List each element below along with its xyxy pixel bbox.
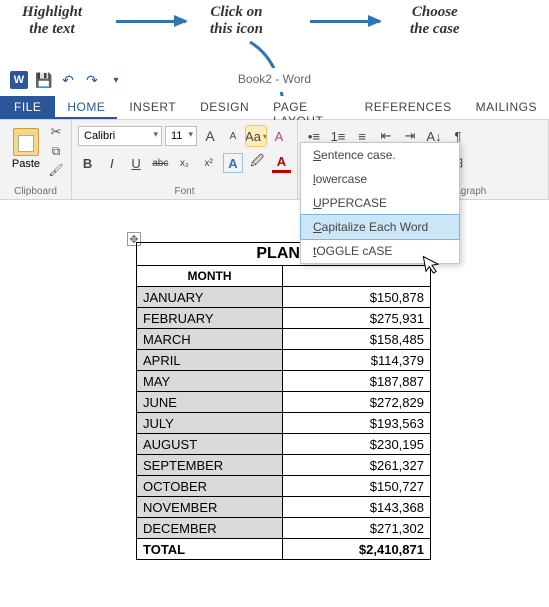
case-lowercase[interactable]: lowercase — [301, 167, 459, 191]
cell-month[interactable]: MARCH — [137, 329, 283, 350]
font-color-button[interactable]: A — [272, 153, 291, 173]
superscript-button[interactable]: x² — [199, 153, 218, 173]
cell-month[interactable]: FEBRUARY — [137, 308, 283, 329]
cell-month[interactable]: DECEMBER — [137, 518, 283, 539]
table-row: SEPTEMBER$261,327 — [137, 455, 431, 476]
cell-value[interactable]: $143,368 — [283, 497, 431, 518]
document-canvas[interactable]: ✥ PLANE MONTH JANUARY$150,878FEBRUARY$27… — [0, 210, 549, 607]
paste-button[interactable]: Paste — [6, 124, 46, 170]
underline-button[interactable]: U — [126, 153, 145, 173]
cell-value[interactable]: $150,727 — [283, 476, 431, 497]
highlight-button[interactable]: 🖉 — [248, 153, 267, 173]
cell-value[interactable]: $150,878 — [283, 287, 431, 308]
table-row: APRIL$114,379 — [137, 350, 431, 371]
copy-button[interactable]: ⧉ — [47, 143, 65, 159]
table-row: AUGUST$230,195 — [137, 434, 431, 455]
cell-value[interactable]: $114,379 — [283, 350, 431, 371]
case-sentence[interactable]: Sentence case. — [301, 143, 459, 167]
case-capitalize-each-word[interactable]: Capitalize Each Word — [301, 215, 459, 239]
cell-month[interactable]: OCTOBER — [137, 476, 283, 497]
paste-label: Paste — [12, 158, 40, 170]
redo-button[interactable]: ↷ — [84, 72, 100, 88]
tab-references[interactable]: REFERENCES — [353, 96, 464, 119]
arrow2-icon — [310, 20, 380, 23]
table-row: DECEMBER$271,302 — [137, 518, 431, 539]
clear-formatting-button[interactable]: A — [269, 126, 289, 146]
cell-value[interactable]: $275,931 — [283, 308, 431, 329]
table-row: JUNE$272,829 — [137, 392, 431, 413]
annot-click: Click on this icon — [210, 4, 263, 37]
tab-insert[interactable]: INSERT — [117, 96, 188, 119]
total-value: $2,410,871 — [283, 539, 431, 560]
text-effects-button[interactable]: A — [223, 153, 242, 173]
cell-month[interactable]: JULY — [137, 413, 283, 434]
font-name-combo[interactable]: Calibri — [78, 126, 162, 146]
table-row: JULY$193,563 — [137, 413, 431, 434]
undo-button[interactable]: ↶ — [60, 72, 76, 88]
total-label: TOTAL — [137, 539, 283, 560]
cell-value[interactable]: $230,195 — [283, 434, 431, 455]
group-clipboard: Paste ✂ ⧉ 🖌 Clipboard — [0, 120, 72, 199]
group-label-clipboard: Clipboard — [0, 186, 71, 197]
group-font: Calibri 11 A A Aa A B I U abc x₂ x² A 🖉 … — [72, 120, 298, 199]
ribbon-tabs: FILE HOME INSERT DESIGN PAGE LAYOUT REFE… — [0, 96, 549, 120]
table-row: NOVEMBER$143,368 — [137, 497, 431, 518]
cell-month[interactable]: AUGUST — [137, 434, 283, 455]
bold-button[interactable]: B — [78, 153, 97, 173]
paste-icon — [13, 128, 39, 156]
document-title: Book2 - Word — [238, 72, 311, 86]
cell-value[interactable]: $187,887 — [283, 371, 431, 392]
subscript-button[interactable]: x₂ — [175, 153, 194, 173]
change-case-menu: Sentence case. lowercase UPPERCASE Capit… — [300, 142, 460, 264]
cell-value[interactable]: $193,563 — [283, 413, 431, 434]
strikethrough-button[interactable]: abc — [151, 153, 170, 173]
format-painter-button[interactable]: 🖌 — [47, 162, 65, 178]
case-uppercase[interactable]: UPPERCASE — [301, 191, 459, 215]
save-button[interactable]: 💾 — [36, 72, 52, 88]
col-header-month: MONTH — [137, 266, 283, 287]
italic-button[interactable]: I — [102, 153, 121, 173]
ribbon: Paste ✂ ⧉ 🖌 Clipboard Calibri 11 A A Aa … — [0, 120, 549, 200]
table-row: OCTOBER$150,727 — [137, 476, 431, 497]
cell-value[interactable]: $271,302 — [283, 518, 431, 539]
col-header-value — [283, 266, 431, 287]
grow-font-button[interactable]: A — [200, 126, 220, 146]
table-row: MAY$187,887 — [137, 371, 431, 392]
tab-mailings[interactable]: MAILINGS — [464, 96, 549, 119]
cell-month[interactable]: JANUARY — [137, 287, 283, 308]
cut-button[interactable]: ✂ — [47, 124, 65, 140]
annot-highlight: Highlight the text — [22, 4, 82, 37]
word-app-icon: W — [10, 71, 28, 89]
arrow1-icon — [116, 20, 186, 23]
table-row: FEBRUARY$275,931 — [137, 308, 431, 329]
cell-value[interactable]: $261,327 — [283, 455, 431, 476]
qat-customize-button[interactable]: ▾ — [108, 72, 124, 88]
annot-choose: Choose the case — [410, 4, 460, 37]
change-case-button[interactable]: Aa — [246, 126, 266, 146]
cell-month[interactable]: APRIL — [137, 350, 283, 371]
table-row: MARCH$158,485 — [137, 329, 431, 350]
tab-page-layout[interactable]: PAGE LAYOUT — [261, 96, 352, 119]
cell-value[interactable]: $158,485 — [283, 329, 431, 350]
tab-file[interactable]: FILE — [0, 96, 55, 119]
cell-month[interactable]: MAY — [137, 371, 283, 392]
font-size-combo[interactable]: 11 — [165, 126, 197, 146]
shrink-font-button[interactable]: A — [223, 126, 243, 146]
tab-design[interactable]: DESIGN — [188, 96, 261, 119]
cell-month[interactable]: JUNE — [137, 392, 283, 413]
cell-value[interactable]: $272,829 — [283, 392, 431, 413]
cell-month[interactable]: NOVEMBER — [137, 497, 283, 518]
cell-month[interactable]: SEPTEMBER — [137, 455, 283, 476]
data-table[interactable]: PLANE MONTH JANUARY$150,878FEBRUARY$275,… — [136, 242, 431, 560]
table-row: JANUARY$150,878 — [137, 287, 431, 308]
cursor-icon — [422, 253, 444, 278]
tab-home[interactable]: HOME — [55, 96, 117, 119]
group-label-font: Font — [72, 186, 297, 197]
